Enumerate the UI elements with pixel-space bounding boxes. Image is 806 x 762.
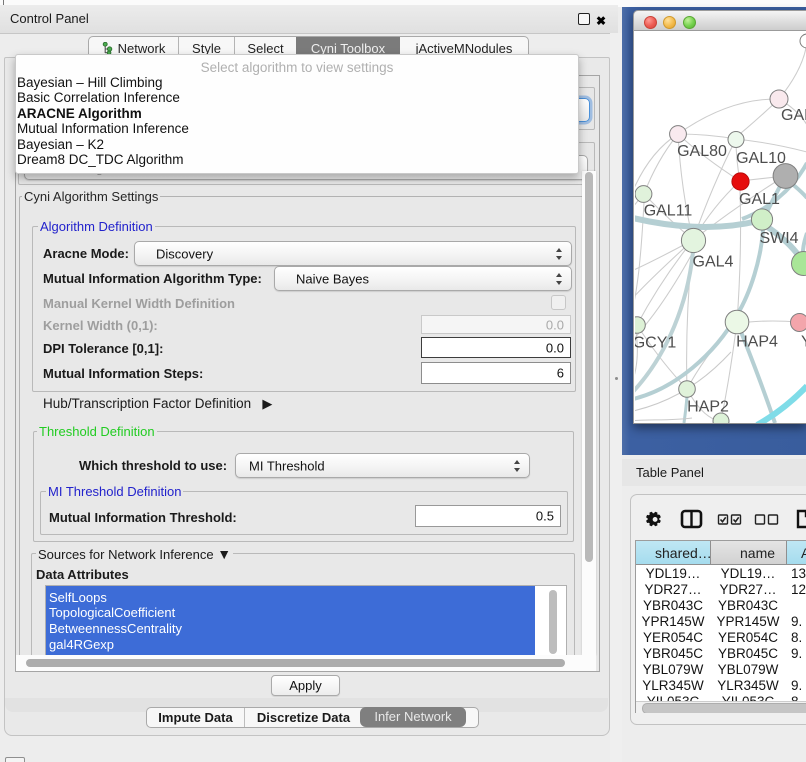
svg-text:SWI4: SWI4 — [759, 230, 798, 247]
svg-text:GAL10: GAL10 — [736, 150, 786, 167]
svg-text:GAL80: GAL80 — [677, 143, 727, 160]
svg-text:GAL4: GAL4 — [693, 254, 734, 271]
svg-text:Y: Y — [801, 334, 806, 351]
svg-text:GAL11: GAL11 — [644, 203, 693, 220]
svg-text:HAP2: HAP2 — [687, 399, 729, 416]
svg-text:HAP4: HAP4 — [736, 334, 778, 351]
svg-text:GCY1: GCY1 — [635, 335, 676, 352]
svg-text:GAL1: GAL1 — [739, 191, 780, 208]
svg-text:GAL7: GAL7 — [781, 107, 806, 124]
